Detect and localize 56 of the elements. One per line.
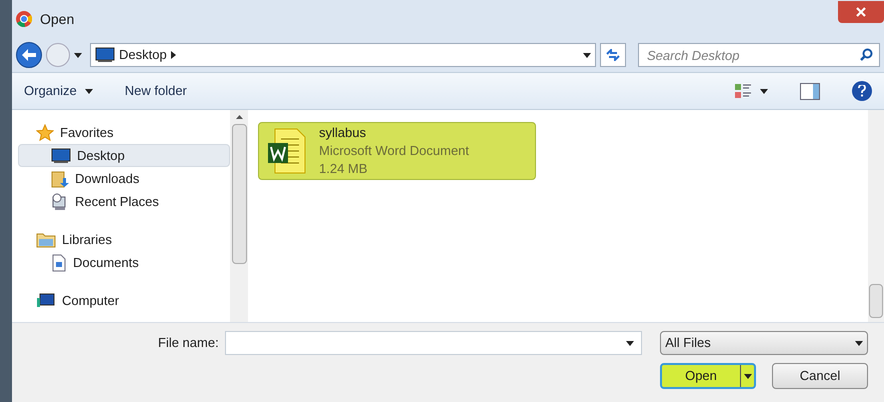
window-title: Open bbox=[40, 10, 74, 29]
file-name-label: File name: bbox=[158, 334, 219, 352]
file-size: 1.24 MB bbox=[319, 160, 368, 178]
refresh-button[interactable] bbox=[600, 43, 626, 67]
new-folder-button[interactable]: New folder bbox=[124, 81, 187, 101]
scrollbar-thumb[interactable] bbox=[869, 284, 883, 318]
scroll-up-icon[interactable] bbox=[236, 115, 242, 119]
monitor-icon bbox=[51, 148, 71, 164]
file-item[interactable]: syllabus Microsoft Word Document 1.24 MB bbox=[258, 122, 536, 180]
browser-logo-icon bbox=[16, 11, 32, 27]
nav-item[interactable]: Downloads bbox=[18, 167, 230, 190]
organize-button[interactable]: Organize bbox=[24, 81, 93, 101]
monitor-icon bbox=[95, 47, 115, 63]
view-options-button[interactable] bbox=[734, 83, 768, 99]
close-button[interactable] bbox=[838, 1, 884, 23]
folder-download-icon bbox=[51, 170, 69, 188]
nav-group-header[interactable]: Favorites bbox=[18, 122, 230, 144]
cancel-button[interactable]: Cancel bbox=[772, 363, 868, 389]
file-type: Microsoft Word Document bbox=[319, 142, 470, 160]
word-document-icon bbox=[267, 127, 307, 175]
caret-icon bbox=[760, 88, 768, 94]
breadcrumb-item[interactable]: Desktop bbox=[119, 45, 167, 65]
nav-group-header[interactable]: Libraries bbox=[18, 229, 230, 251]
help-button[interactable] bbox=[852, 81, 872, 101]
caret-icon bbox=[626, 341, 634, 346]
file-name-field[interactable] bbox=[224, 331, 642, 355]
computer-icon bbox=[36, 293, 56, 309]
nav-group-header[interactable]: Computer bbox=[18, 290, 230, 312]
caret-icon bbox=[74, 52, 82, 58]
caret-icon bbox=[583, 52, 591, 58]
star-icon bbox=[36, 124, 54, 142]
nav-item[interactable]: Desktop bbox=[18, 144, 230, 167]
folder-icon bbox=[36, 232, 56, 248]
nav-item[interactable]: Documents bbox=[18, 251, 230, 274]
caret-icon bbox=[84, 88, 93, 94]
file-type-dropdown[interactable]: All Files bbox=[660, 331, 868, 355]
file-name: syllabus bbox=[319, 124, 367, 142]
close-icon bbox=[856, 7, 866, 17]
refresh-icon bbox=[605, 49, 621, 61]
address-bar[interactable]: Desktop bbox=[90, 43, 596, 67]
nav-scrollbar[interactable] bbox=[230, 110, 248, 322]
file-scrollbar[interactable] bbox=[868, 110, 884, 322]
question-mark-icon bbox=[858, 85, 866, 97]
back-button[interactable] bbox=[16, 42, 42, 68]
search-icon bbox=[860, 48, 873, 61]
document-icon bbox=[51, 254, 67, 272]
nav-item[interactable]: Recent Places bbox=[18, 190, 230, 213]
preview-pane-button[interactable] bbox=[800, 82, 820, 100]
caret-icon bbox=[855, 340, 863, 346]
chevron-right-icon bbox=[170, 51, 176, 59]
open-button[interactable]: Open bbox=[660, 363, 756, 389]
back-arrow-icon bbox=[22, 49, 36, 61]
caret-icon bbox=[744, 374, 752, 378]
search-field[interactable]: Search Desktop bbox=[638, 43, 880, 67]
view-list-icon bbox=[734, 83, 752, 99]
scrollbar-thumb[interactable] bbox=[232, 124, 246, 264]
